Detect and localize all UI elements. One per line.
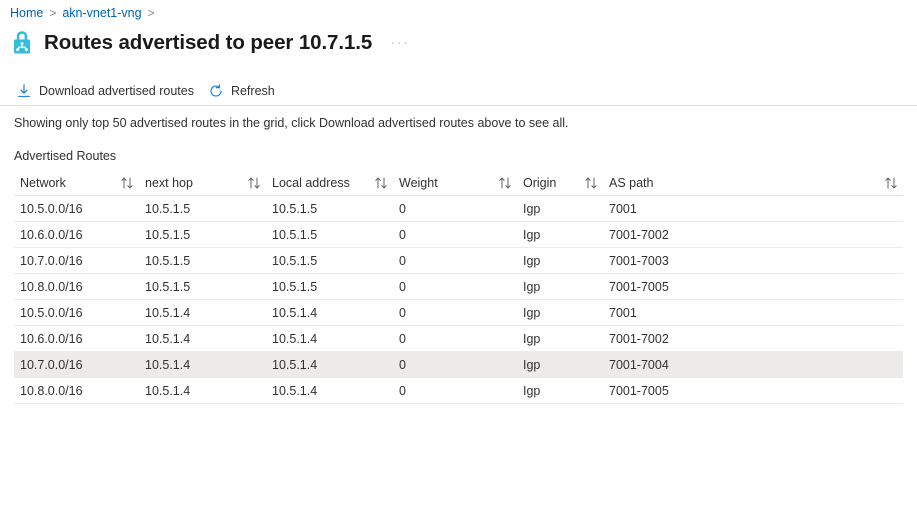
breadcrumb: Home > akn-vnet1-vng >: [10, 5, 161, 21]
column-header-origin[interactable]: Origin: [523, 176, 609, 190]
cell-weight: 0: [399, 331, 406, 346]
cell-local_address: 10.5.1.5: [272, 201, 318, 216]
cell-local_address: 10.5.1.4: [272, 383, 318, 398]
cell-weight: 0: [399, 253, 406, 268]
vpn-gateway-lock-icon: [14, 31, 30, 54]
page-header: Routes advertised to peer 10.7.1.5 ···: [10, 26, 907, 60]
column-header-weight-label: Weight: [399, 175, 438, 190]
cell-origin: Igp: [523, 331, 541, 346]
cell-origin: Igp: [523, 201, 541, 216]
table-row[interactable]: 10.6.0.0/16 10.5.1.4 10.5.1.4 0 Igp 7001-7002: [14, 326, 903, 352]
cell-network: 10.7.0.0/16: [20, 357, 83, 372]
cell-as_path: 7001-7003: [609, 253, 669, 268]
advertised-routes-grid: Network next hop Local address Weight Or…: [14, 170, 903, 404]
cell-next_hop: 10.5.1.5: [145, 201, 191, 216]
table-row[interactable]: 10.7.0.0/16 10.5.1.4 10.5.1.4 0 Igp 7001-7004: [14, 352, 903, 378]
command-bar: Download advertised routes Refresh: [10, 78, 917, 104]
column-header-local-address[interactable]: Local address: [272, 176, 399, 190]
cell-weight: 0: [399, 227, 406, 242]
table-row[interactable]: 10.8.0.0/16 10.5.1.5 10.5.1.5 0 Igp 7001-7005: [14, 274, 903, 300]
cell-origin: Igp: [523, 227, 541, 242]
cell-network: 10.5.0.0/16: [20, 201, 83, 216]
cell-origin: Igp: [523, 383, 541, 398]
cell-as_path: 7001-7002: [609, 331, 669, 346]
cell-origin: Igp: [523, 305, 541, 320]
grid-header-row: Network next hop Local address Weight Or…: [14, 170, 903, 196]
grid-section-label: Advertised Routes: [14, 149, 117, 163]
cell-local_address: 10.5.1.4: [272, 357, 318, 372]
cell-as_path: 7001: [609, 305, 637, 320]
table-row[interactable]: 10.8.0.0/16 10.5.1.4 10.5.1.4 0 Igp 7001-7005: [14, 378, 903, 404]
command-bar-divider: [0, 105, 917, 106]
cell-origin: Igp: [523, 253, 541, 268]
column-header-network-label: Network: [20, 175, 66, 190]
column-header-network[interactable]: Network: [14, 176, 145, 190]
cell-next_hop: 10.5.1.5: [145, 227, 191, 242]
sort-updown-arrows-icon[interactable]: [497, 176, 513, 190]
table-row[interactable]: 10.7.0.0/16 10.5.1.5 10.5.1.5 0 Igp 7001-7003: [14, 248, 903, 274]
cell-origin: Igp: [523, 279, 541, 294]
column-header-next-hop-label: next hop: [145, 175, 193, 190]
column-header-as-path[interactable]: AS path: [609, 176, 903, 190]
cell-next_hop: 10.5.1.5: [145, 279, 191, 294]
sort-updown-arrows-icon[interactable]: [119, 176, 135, 190]
cell-local_address: 10.5.1.4: [272, 305, 318, 320]
breadcrumb-separator-icon-2: >: [147, 6, 155, 20]
download-advertised-routes-label: Download advertised routes: [39, 84, 194, 98]
cell-weight: 0: [399, 357, 406, 372]
cell-next_hop: 10.5.1.4: [145, 383, 191, 398]
cell-network: 10.8.0.0/16: [20, 383, 83, 398]
sort-updown-arrows-icon[interactable]: [883, 176, 899, 190]
cell-local_address: 10.5.1.5: [272, 227, 318, 242]
cell-weight: 0: [399, 305, 406, 320]
column-header-local-address-label: Local address: [272, 175, 350, 190]
grid-notice-text: Showing only top 50 advertised routes in…: [14, 116, 569, 130]
column-header-weight[interactable]: Weight: [399, 176, 523, 190]
cell-weight: 0: [399, 383, 406, 398]
table-row[interactable]: 10.5.0.0/16 10.5.1.5 10.5.1.5 0 Igp 7001: [14, 196, 903, 222]
cell-as_path: 7001-7004: [609, 357, 669, 372]
column-header-next-hop[interactable]: next hop: [145, 176, 272, 190]
refresh-label: Refresh: [230, 84, 275, 98]
cell-weight: 0: [399, 279, 406, 294]
breadcrumb-item-home[interactable]: Home: [10, 5, 43, 21]
cell-next_hop: 10.5.1.5: [145, 253, 191, 268]
sort-updown-arrows-icon[interactable]: [583, 176, 599, 190]
cell-origin: Igp: [523, 357, 541, 372]
refresh-circular-arrow-icon: [210, 84, 222, 97]
cell-network: 10.6.0.0/16: [20, 331, 83, 346]
cell-as_path: 7001-7002: [609, 227, 669, 242]
breadcrumb-item-resource[interactable]: akn-vnet1-vng: [62, 5, 141, 21]
breadcrumb-separator-icon: >: [49, 6, 57, 20]
refresh-button[interactable]: Refresh: [202, 78, 283, 104]
more-options-icon[interactable]: ···: [390, 35, 410, 50]
cell-network: 10.5.0.0/16: [20, 305, 83, 320]
sort-updown-arrows-icon[interactable]: [246, 176, 262, 190]
cell-local_address: 10.5.1.4: [272, 331, 318, 346]
page-title: Routes advertised to peer 10.7.1.5: [44, 31, 373, 54]
cell-weight: 0: [399, 201, 406, 216]
column-header-as-path-label: AS path: [609, 175, 654, 190]
cell-network: 10.8.0.0/16: [20, 279, 83, 294]
cell-as_path: 7001-7005: [609, 279, 669, 294]
cell-network: 10.7.0.0/16: [20, 253, 83, 268]
cell-network: 10.6.0.0/16: [20, 227, 83, 242]
download-arrow-icon: [18, 84, 30, 97]
column-header-origin-label: Origin: [523, 175, 557, 190]
cell-next_hop: 10.5.1.4: [145, 357, 191, 372]
cell-as_path: 7001-7005: [609, 383, 669, 398]
cell-as_path: 7001: [609, 201, 637, 216]
grid-body: 10.5.0.0/16 10.5.1.5 10.5.1.5 0 Igp 7001 10.6.…: [14, 196, 903, 404]
sort-updown-arrows-icon[interactable]: [373, 176, 389, 190]
cell-local_address: 10.5.1.5: [272, 253, 318, 268]
download-advertised-routes-button[interactable]: Download advertised routes: [10, 78, 202, 104]
table-row[interactable]: 10.5.0.0/16 10.5.1.4 10.5.1.4 0 Igp 7001: [14, 300, 903, 326]
cell-next_hop: 10.5.1.4: [145, 305, 191, 320]
cell-next_hop: 10.5.1.4: [145, 331, 191, 346]
table-row[interactable]: 10.6.0.0/16 10.5.1.5 10.5.1.5 0 Igp 7001-7002: [14, 222, 903, 248]
cell-local_address: 10.5.1.5: [272, 279, 318, 294]
